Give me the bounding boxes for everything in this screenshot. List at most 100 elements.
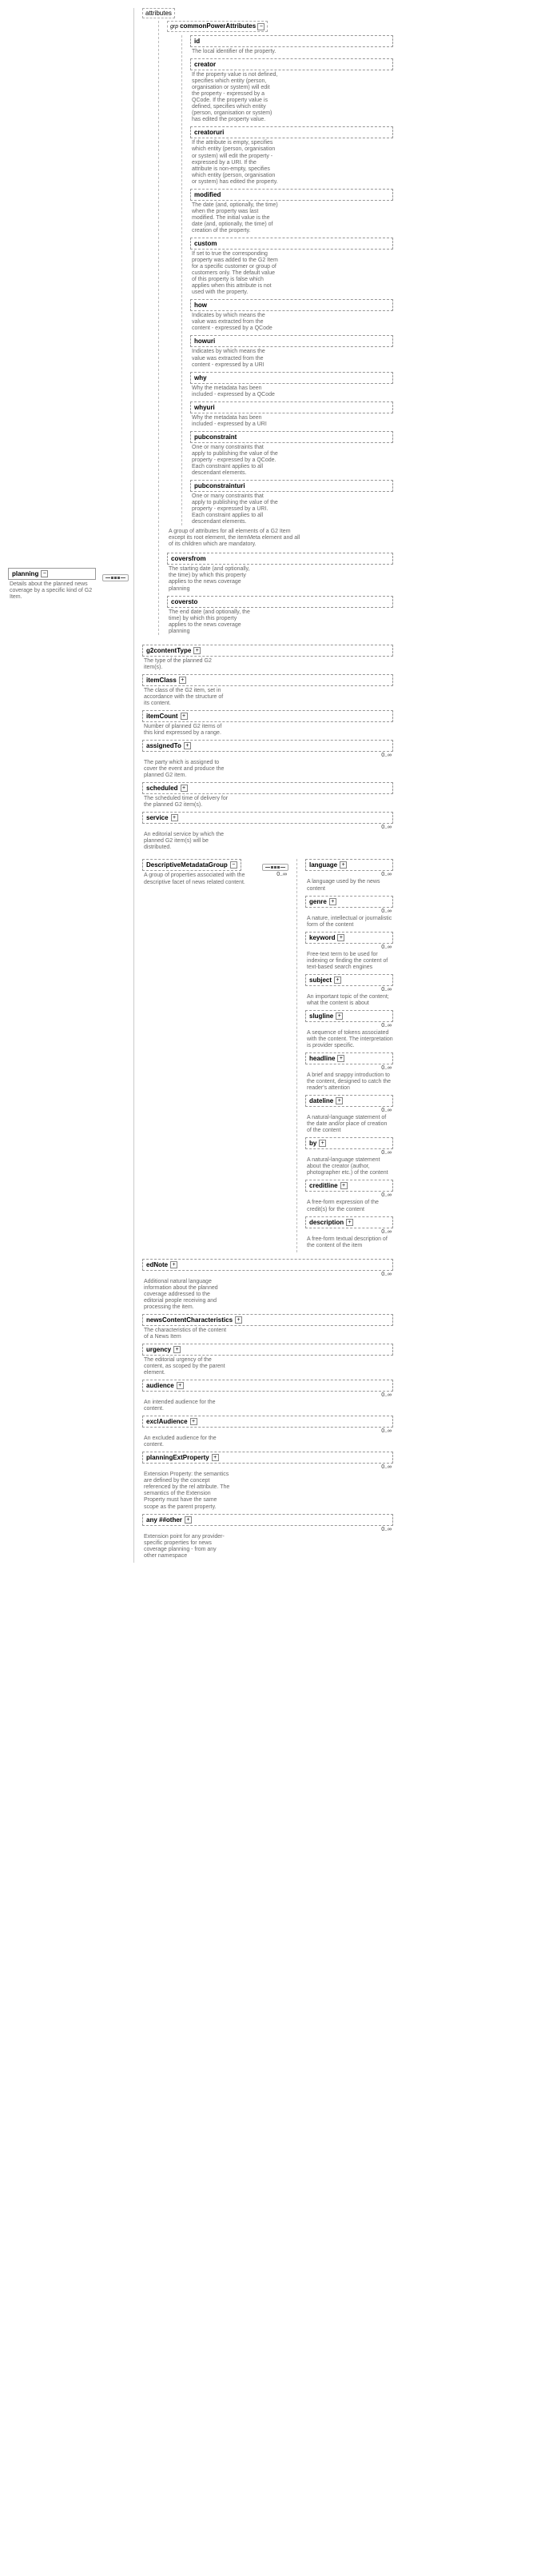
element-slugline[interactable]: slugline+ xyxy=(305,1010,393,1022)
expand-icon[interactable]: + xyxy=(340,1182,348,1189)
element-label: planning xyxy=(12,570,38,577)
element-by[interactable]: by+ xyxy=(305,1137,393,1149)
attr-whyuri[interactable]: whyuri xyxy=(190,401,393,413)
element-desc: Number of planned G2 items of this kind … xyxy=(142,724,230,737)
attr-why[interactable]: why xyxy=(190,372,393,384)
attr-desc: The local identifier of the property. xyxy=(190,49,278,55)
element-ednote[interactable]: edNote+ xyxy=(142,1259,393,1271)
attr-label: coversto xyxy=(171,598,197,605)
element-desc: Details about the planned news coverage … xyxy=(8,581,96,601)
element-label: subject xyxy=(309,976,332,984)
element-label: genre xyxy=(309,898,327,905)
expand-icon[interactable]: + xyxy=(212,1454,219,1461)
expand-icon[interactable]: + xyxy=(193,647,201,654)
element-genre[interactable]: genre+ xyxy=(305,896,393,908)
attr-label: howuri xyxy=(194,337,215,345)
attributes-container[interactable]: attributes xyxy=(142,8,175,18)
element-subject[interactable]: subject+ xyxy=(305,974,393,986)
attr-desc: The starting date (and optionally, the t… xyxy=(167,566,255,592)
element-label: any ##other xyxy=(146,1516,182,1524)
expand-icon[interactable]: + xyxy=(185,1516,192,1524)
element-label: edNote xyxy=(146,1261,168,1268)
attr-pubconstrainturi[interactable]: pubconstrainturi xyxy=(190,480,393,492)
element-label: dateline xyxy=(309,1097,333,1104)
attr-label: modified xyxy=(194,191,221,198)
element-label: language xyxy=(309,861,337,869)
element-desc: An intended audience for the content. xyxy=(142,1400,230,1412)
cardinality: 0..∞ xyxy=(305,1150,393,1156)
expand-icon[interactable]: + xyxy=(173,1346,181,1353)
element-urgency[interactable]: urgency+ xyxy=(142,1344,393,1356)
element-scheduled[interactable]: scheduled+ xyxy=(142,782,393,794)
expand-icon[interactable]: + xyxy=(336,1097,343,1104)
expand-icon[interactable]: + xyxy=(346,1219,353,1226)
attr-group-common[interactable]: grp commonPowerAttributes − xyxy=(167,21,268,32)
expand-icon[interactable]: + xyxy=(337,934,344,941)
expand-icon[interactable]: + xyxy=(181,713,188,720)
expand-icon[interactable]: + xyxy=(235,1316,242,1324)
attr-desc: If the attribute is empty, specifies whi… xyxy=(190,140,278,185)
attr-coversto[interactable]: coversto xyxy=(167,596,393,608)
element-exclaudience[interactable]: exclAudience+ xyxy=(142,1416,393,1428)
expand-icon[interactable]: + xyxy=(329,898,336,905)
group-descriptive-metadata[interactable]: DescriptiveMetadataGroup − xyxy=(142,859,241,871)
element-itemcount[interactable]: itemCount+ xyxy=(142,710,393,722)
element-desc: An excluded audience for the content. xyxy=(142,1436,230,1448)
attr-label: creatoruri xyxy=(194,129,224,136)
element-g2contenttype[interactable]: g2contentType+ xyxy=(142,645,393,657)
expand-icon[interactable]: + xyxy=(179,677,186,684)
expand-icon[interactable]: + xyxy=(190,1418,197,1425)
attr-creator[interactable]: creator xyxy=(190,58,393,70)
element-creditline[interactable]: creditline+ xyxy=(305,1180,393,1192)
expand-icon[interactable]: + xyxy=(319,1140,326,1147)
cardinality: 0..∞ xyxy=(305,909,393,914)
element-any---other[interactable]: any ##other+ xyxy=(142,1514,393,1526)
element-keyword[interactable]: keyword+ xyxy=(305,932,393,944)
element-desc: Extension point for any provider-specifi… xyxy=(142,1534,230,1560)
element-assignedto[interactable]: assignedTo+ xyxy=(142,740,393,752)
element-itemclass[interactable]: itemClass+ xyxy=(142,674,393,686)
attr-coversfrom[interactable]: coversfrom xyxy=(167,553,393,565)
collapse-icon[interactable]: − xyxy=(41,570,48,577)
element-newscontentcharacteristics[interactable]: newsContentCharacteristics+ xyxy=(142,1314,393,1326)
expand-icon[interactable]: + xyxy=(184,742,191,749)
element-headline[interactable]: headline+ xyxy=(305,1052,393,1064)
collapse-icon[interactable]: − xyxy=(230,861,237,869)
expand-icon[interactable]: + xyxy=(340,861,347,869)
attr-pubconstraint[interactable]: pubconstraint xyxy=(190,431,393,443)
element-service[interactable]: service+ xyxy=(142,812,393,824)
attr-creatoruri[interactable]: creatoruri xyxy=(190,126,393,138)
collapse-icon[interactable]: − xyxy=(257,23,265,30)
cardinality: 0..∞ xyxy=(142,1464,393,1470)
attr-id[interactable]: id xyxy=(190,35,393,47)
element-desc: Extension Property: the semantics are de… xyxy=(142,1472,230,1510)
sequence-connector xyxy=(262,864,288,871)
expand-icon[interactable]: + xyxy=(170,1261,177,1268)
cardinality: 0..∞ xyxy=(305,987,393,992)
attr-howuri[interactable]: howuri xyxy=(190,335,393,347)
element-label: slugline xyxy=(309,1012,333,1020)
element-dateline[interactable]: dateline+ xyxy=(305,1095,393,1107)
expand-icon[interactable]: + xyxy=(177,1382,184,1389)
expand-icon[interactable]: + xyxy=(337,1055,344,1062)
attr-custom[interactable]: custom xyxy=(190,238,393,250)
attr-group-desc: A group of attributes for all elements o… xyxy=(167,529,303,548)
expand-icon[interactable]: + xyxy=(336,1012,343,1020)
expand-icon[interactable]: + xyxy=(171,814,178,821)
expand-icon[interactable]: + xyxy=(181,785,188,792)
element-label: itemCount xyxy=(146,713,178,720)
element-audience[interactable]: audience+ xyxy=(142,1380,393,1392)
element-description[interactable]: description+ xyxy=(305,1216,393,1228)
attr-label: custom xyxy=(194,240,217,247)
element-language[interactable]: language+ xyxy=(305,859,393,871)
attr-container-label: attributes xyxy=(145,10,172,17)
attr-modified[interactable]: modified xyxy=(190,189,393,201)
expand-icon[interactable]: + xyxy=(334,976,341,984)
attr-how[interactable]: how xyxy=(190,299,393,311)
element-label: keyword xyxy=(309,934,335,941)
attr-desc: If set to true the corresponding propert… xyxy=(190,251,278,296)
attr-desc: Why the metadata has been included - exp… xyxy=(190,415,278,428)
element-planning[interactable]: planning − xyxy=(8,568,96,580)
element-planningextproperty[interactable]: planningExtProperty+ xyxy=(142,1452,393,1464)
element-desc: An important topic of the content; what … xyxy=(305,994,393,1007)
